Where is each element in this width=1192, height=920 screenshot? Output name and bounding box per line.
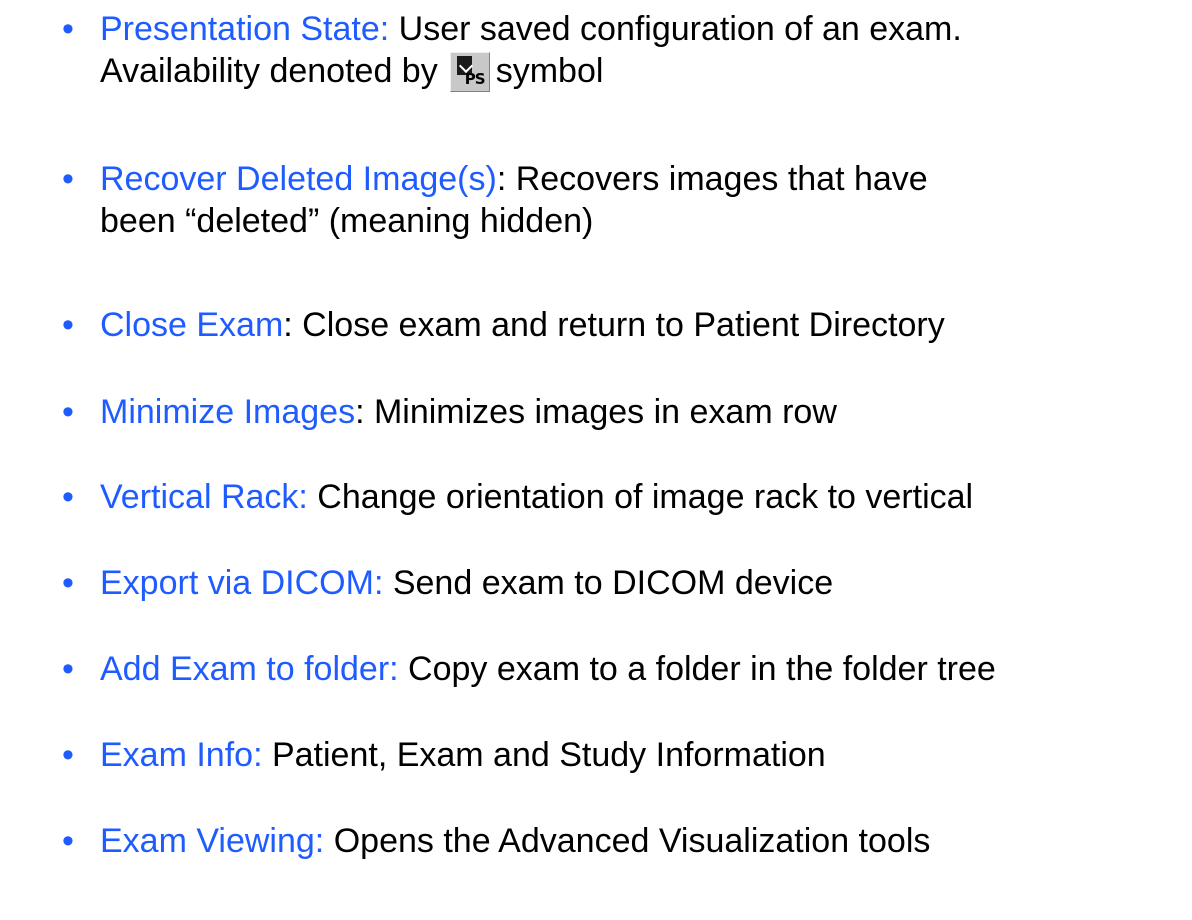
term-close-exam: Close Exam bbox=[100, 306, 284, 344]
term-presentation-state: Presentation State: bbox=[100, 10, 390, 48]
term-vertical-rack: Vertical Rack: bbox=[100, 478, 308, 516]
list-item-close-exam: • Close Exam: Close exam and return to P… bbox=[62, 304, 1182, 346]
item-line-1: Vertical Rack: Change orientation of ima… bbox=[62, 476, 1182, 518]
term-minimize-images: Minimize Images bbox=[100, 393, 356, 431]
bullet: • bbox=[62, 160, 74, 198]
bullet: • bbox=[62, 393, 74, 431]
bullet: • bbox=[62, 650, 74, 688]
description: Copy exam to a folder in the folder tree bbox=[398, 650, 996, 688]
term-export-via-dicom: Export via DICOM: bbox=[100, 564, 384, 602]
list-item-presentation-state: • Presentation State: User saved configu… bbox=[62, 8, 1182, 92]
list-item-export-via-dicom: • Export via DICOM: Send exam to DICOM d… bbox=[62, 562, 1182, 604]
description-after-icon: symbol bbox=[495, 52, 604, 90]
bullet: • bbox=[62, 10, 74, 48]
item-line-1: Export via DICOM: Send exam to DICOM dev… bbox=[62, 562, 1182, 604]
description: : Recovers images that have bbox=[496, 160, 928, 198]
slide: • Presentation State: User saved configu… bbox=[0, 0, 1192, 920]
list-item-minimize-images: • Minimize Images: Minimizes images in e… bbox=[62, 391, 1182, 433]
description: User saved configuration of an exam. bbox=[389, 10, 962, 48]
description: Change orientation of image rack to vert… bbox=[307, 478, 974, 516]
item-line-1: Recover Deleted Image(s): Recovers image… bbox=[62, 158, 1182, 200]
description: Opens the Advanced Visualization tools bbox=[324, 822, 931, 860]
bullet: • bbox=[62, 478, 74, 516]
item-line-2: been “deleted” (meaning hidden) bbox=[62, 200, 1182, 242]
item-line-1: Add Exam to folder: Copy exam to a folde… bbox=[62, 648, 1182, 690]
bullet: • bbox=[62, 564, 74, 602]
description: : Close exam and return to Patient Direc… bbox=[283, 306, 945, 344]
term-exam-viewing: Exam Viewing: bbox=[100, 822, 325, 860]
bullet: • bbox=[62, 306, 74, 344]
list-item-exam-viewing: • Exam Viewing: Opens the Advanced Visual… bbox=[62, 820, 1182, 862]
term-add-exam-to-folder: Add Exam to folder: bbox=[100, 650, 399, 688]
list-item-exam-info: • Exam Info: Patient, Exam and Study Info… bbox=[62, 734, 1182, 776]
item-line-1: Presentation State: User saved configura… bbox=[62, 8, 1182, 50]
ps-icon-label: PS bbox=[464, 70, 486, 88]
description: been “deleted” (meaning hidden) bbox=[100, 202, 594, 240]
presentation-state-icon: PS bbox=[449, 52, 490, 92]
list-item-recover-deleted-images: • Recover Deleted Image(s): Recovers ima… bbox=[62, 158, 1182, 242]
item-line-1: Exam Viewing: Opens the Advanced Visuali… bbox=[62, 820, 1182, 862]
term-recover-deleted-images: Recover Deleted Image(s) bbox=[100, 160, 497, 198]
item-line-2: Availability denoted by PS symbol bbox=[62, 50, 1182, 92]
description: Send exam to DICOM device bbox=[383, 564, 834, 602]
item-line-1: Minimize Images: Minimizes images in exa… bbox=[62, 391, 1182, 433]
bullet: • bbox=[62, 736, 74, 774]
term-exam-info: Exam Info: bbox=[100, 736, 263, 774]
item-line-1: Exam Info: Patient, Exam and Study Infor… bbox=[62, 734, 1182, 776]
description: Patient, Exam and Study Information bbox=[262, 736, 826, 774]
item-line-1: Close Exam: Close exam and return to Pat… bbox=[62, 304, 1182, 346]
list-item-add-exam-to-folder: • Add Exam to folder: Copy exam to a fol… bbox=[62, 648, 1182, 690]
bullet: • bbox=[62, 822, 74, 860]
description-before-icon: Availability denoted by bbox=[100, 52, 438, 90]
description: : Minimizes images in exam row bbox=[355, 393, 837, 431]
list-item-vertical-rack: • Vertical Rack: Change orientation of i… bbox=[62, 476, 1182, 518]
